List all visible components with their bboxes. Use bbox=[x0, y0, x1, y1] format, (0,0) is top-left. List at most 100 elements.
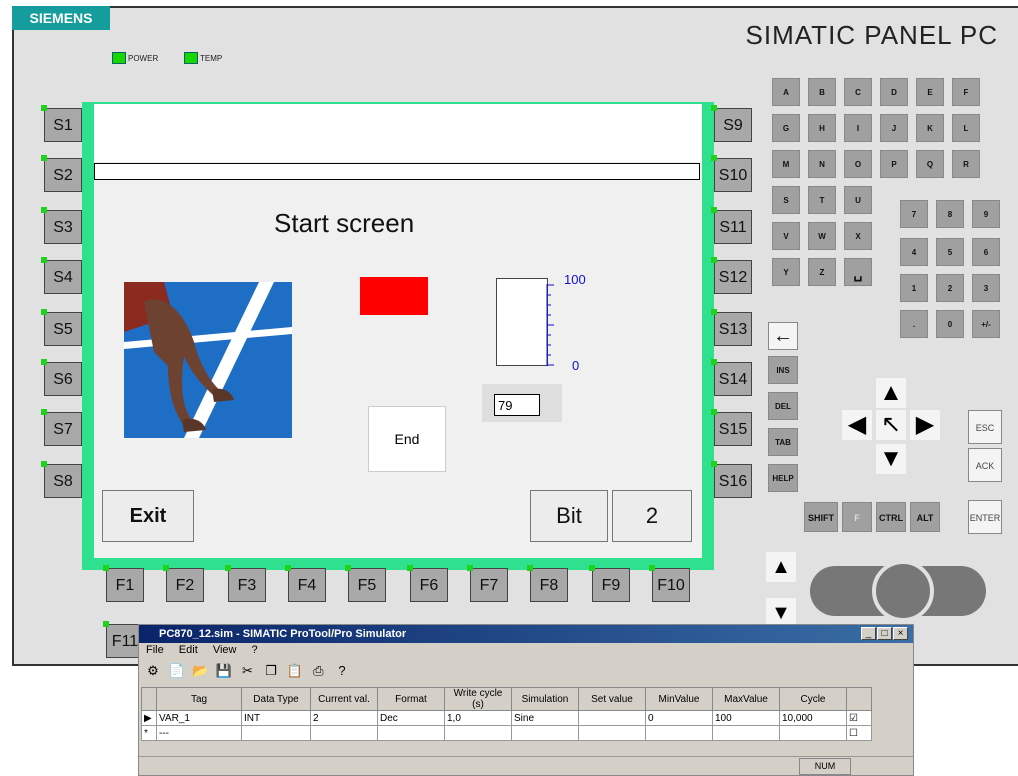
column-header[interactable]: MaxValue bbox=[712, 687, 780, 711]
key-s8[interactable]: S8 bbox=[41, 461, 82, 498]
key-4[interactable]: 4 bbox=[900, 238, 928, 266]
key-y[interactable]: Y bbox=[772, 258, 800, 286]
current-value-cell[interactable]: 2 bbox=[310, 710, 378, 726]
key-f7[interactable]: F7 bbox=[467, 565, 508, 602]
key-a[interactable]: A bbox=[772, 78, 800, 106]
key-f9[interactable]: F9 bbox=[589, 565, 630, 602]
key-s14[interactable]: S14 bbox=[711, 359, 752, 396]
key-s16[interactable]: S16 bbox=[711, 461, 752, 498]
set-value-cell[interactable] bbox=[578, 725, 646, 741]
arrow-up-icon[interactable]: ▲ bbox=[876, 378, 906, 408]
key-shift[interactable]: SHIFT bbox=[804, 502, 838, 532]
min-value-cell[interactable] bbox=[645, 725, 713, 741]
key-s6[interactable]: S6 bbox=[41, 359, 82, 396]
print-icon[interactable]: ⎙ bbox=[308, 663, 328, 679]
io-field[interactable]: 79 bbox=[494, 394, 540, 416]
cycle-cell[interactable]: 10,000 bbox=[779, 710, 847, 726]
end-button[interactable]: End bbox=[368, 406, 446, 472]
key-s12[interactable]: S12 bbox=[711, 257, 752, 294]
key-space[interactable]: ␣ bbox=[844, 258, 872, 286]
column-header[interactable]: Set value bbox=[578, 687, 646, 711]
key-p[interactable]: P bbox=[880, 150, 908, 178]
page-up-icon[interactable]: ▲ bbox=[766, 552, 796, 582]
key-g[interactable]: G bbox=[772, 114, 800, 142]
key-8[interactable]: 8 bbox=[936, 200, 964, 228]
key-s9[interactable]: S9 bbox=[711, 105, 752, 142]
tag-cell[interactable]: VAR_1 bbox=[156, 710, 242, 726]
key-ack[interactable]: ACK bbox=[968, 448, 1002, 482]
table-row[interactable]: ▶ VAR_1 INT 2 Dec 1,0 Sine 0 100 10,000 … bbox=[141, 710, 872, 726]
key-alt[interactable]: ALT bbox=[910, 502, 940, 532]
key-dot[interactable]: . bbox=[900, 310, 928, 338]
key-f1[interactable]: F1 bbox=[103, 565, 144, 602]
key-k[interactable]: K bbox=[916, 114, 944, 142]
column-header[interactable]: Current val. bbox=[310, 687, 378, 711]
column-header[interactable]: Write cycle (s) bbox=[444, 687, 512, 711]
help-icon[interactable]: ? bbox=[332, 663, 352, 678]
format-cell[interactable]: Dec bbox=[377, 710, 445, 726]
max-value-cell[interactable]: 100 bbox=[712, 710, 780, 726]
tag-cell[interactable]: --- bbox=[156, 725, 242, 741]
copy-icon[interactable]: ❐ bbox=[261, 663, 281, 679]
data-type-cell[interactable]: INT bbox=[241, 710, 311, 726]
key-f4[interactable]: F4 bbox=[285, 565, 326, 602]
key-o[interactable]: O bbox=[844, 150, 872, 178]
data-type-cell[interactable] bbox=[241, 725, 311, 741]
key-n[interactable]: N bbox=[808, 150, 836, 178]
key-l[interactable]: L bbox=[952, 114, 980, 142]
key-f5[interactable]: F5 bbox=[345, 565, 386, 602]
column-header[interactable]: Tag bbox=[156, 687, 242, 711]
key-s13[interactable]: S13 bbox=[711, 309, 752, 346]
key-s4[interactable]: S4 bbox=[41, 257, 82, 294]
key-enter[interactable]: ENTER bbox=[968, 500, 1002, 534]
max-value-cell[interactable] bbox=[712, 725, 780, 741]
key-tab[interactable]: TAB bbox=[768, 428, 798, 456]
key-h[interactable]: H bbox=[808, 114, 836, 142]
exit-button[interactable]: Exit bbox=[102, 490, 194, 542]
key-1[interactable]: 1 bbox=[900, 274, 928, 302]
key-3[interactable]: 3 bbox=[972, 274, 1000, 302]
menu-edit[interactable]: Edit bbox=[179, 644, 198, 656]
key-d[interactable]: D bbox=[880, 78, 908, 106]
cursor-home-icon[interactable]: ↖ bbox=[876, 410, 906, 440]
write-cycle-cell[interactable] bbox=[444, 725, 512, 741]
key-f10[interactable]: F10 bbox=[649, 565, 690, 602]
key-esc[interactable]: ESC bbox=[968, 410, 1002, 444]
close-icon[interactable]: × bbox=[893, 627, 908, 640]
simulation-cell[interactable]: Sine bbox=[511, 710, 579, 726]
mouse-pad[interactable] bbox=[810, 560, 986, 622]
key-s1[interactable]: S1 bbox=[41, 105, 82, 142]
format-cell[interactable] bbox=[377, 725, 445, 741]
column-header[interactable]: Data Type bbox=[241, 687, 311, 711]
key-s11[interactable]: S11 bbox=[711, 207, 752, 244]
key-ins[interactable]: INS bbox=[768, 356, 798, 384]
key-c[interactable]: C bbox=[844, 78, 872, 106]
key-0[interactable]: 0 bbox=[936, 310, 964, 338]
key-f3[interactable]: F3 bbox=[225, 565, 266, 602]
key-7[interactable]: 7 bbox=[900, 200, 928, 228]
new-file-icon[interactable]: 📄 bbox=[167, 663, 187, 679]
cycle-cell[interactable] bbox=[779, 725, 847, 741]
minimize-icon[interactable]: _ bbox=[861, 627, 876, 640]
arrow-right-icon[interactable]: ▶ bbox=[910, 410, 940, 440]
key-f6[interactable]: F6 bbox=[407, 565, 448, 602]
cut-icon[interactable]: ✂ bbox=[238, 663, 258, 679]
key-v[interactable]: V bbox=[772, 222, 800, 250]
backspace-icon[interactable]: ← bbox=[768, 322, 798, 350]
key-f2[interactable]: F2 bbox=[163, 565, 204, 602]
key-plus-minus[interactable]: +/- bbox=[972, 310, 1000, 338]
write-cycle-cell[interactable]: 1,0 bbox=[444, 710, 512, 726]
key-f8[interactable]: F8 bbox=[527, 565, 568, 602]
column-header[interactable]: Format bbox=[377, 687, 445, 711]
enable-checkbox[interactable]: ☑ bbox=[846, 710, 872, 726]
min-value-cell[interactable]: 0 bbox=[645, 710, 713, 726]
key-t[interactable]: T bbox=[808, 186, 836, 214]
trackball[interactable] bbox=[872, 560, 934, 622]
column-header[interactable]: MinValue bbox=[645, 687, 713, 711]
key-ctrl[interactable]: CTRL bbox=[876, 502, 906, 532]
key-s7[interactable]: S7 bbox=[41, 409, 82, 446]
key-i[interactable]: I bbox=[844, 114, 872, 142]
key-del[interactable]: DEL bbox=[768, 392, 798, 420]
menu-help[interactable]: ? bbox=[252, 644, 258, 656]
key-f-modifier[interactable]: F bbox=[842, 502, 872, 532]
